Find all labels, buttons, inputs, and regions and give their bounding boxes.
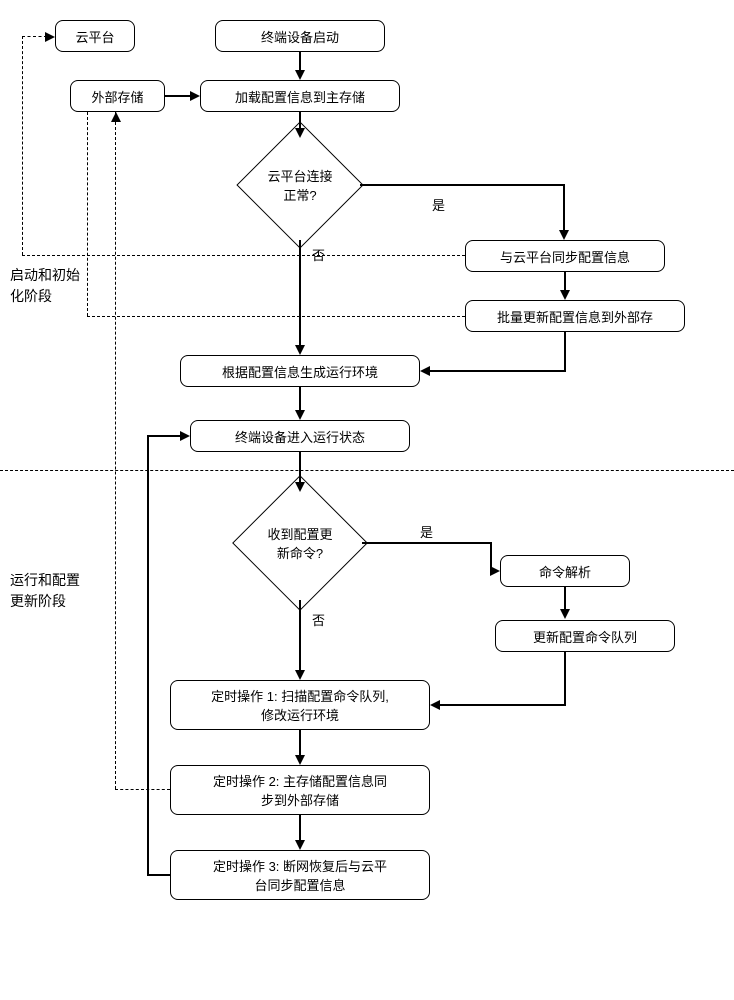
timer2-box: 定时操作 2: 主存储配置信息同 步到外部存储 — [170, 765, 430, 815]
recv-cmd-decision: 收到配置更 新命令? — [252, 495, 348, 591]
arrowhead — [430, 700, 440, 710]
gen-env-label: 根据配置信息生成运行环境 — [222, 362, 378, 381]
timer1-box: 定时操作 1: 扫描配置命令队列, 修改运行环境 — [170, 680, 430, 730]
arrowhead — [190, 91, 200, 101]
arrowhead — [111, 112, 121, 122]
dash — [22, 255, 465, 256]
arrowhead — [295, 482, 305, 492]
timer1-label: 定时操作 1: 扫描配置命令队列, 修改运行环境 — [211, 686, 389, 724]
terminal-start-label: 终端设备启动 — [261, 27, 339, 46]
arrow — [360, 184, 565, 186]
arrowhead — [559, 230, 569, 240]
update-queue-label: 更新配置命令队列 — [533, 627, 637, 646]
recv-cmd-label: 收到配置更 新命令? — [267, 524, 332, 562]
arrow — [147, 435, 149, 876]
arrow — [564, 587, 566, 609]
arrow — [564, 652, 566, 704]
arrowhead — [295, 70, 305, 80]
arrow — [299, 815, 301, 842]
arrowhead — [295, 755, 305, 765]
terminal-start-box: 终端设备启动 — [215, 20, 385, 52]
sync-cloud-box: 与云平台同步配置信息 — [465, 240, 665, 272]
arrowhead — [420, 366, 430, 376]
arrowhead — [295, 345, 305, 355]
dash — [22, 36, 23, 255]
yes-label-1: 是 — [430, 195, 447, 214]
batch-update-box: 批量更新配置信息到外部存 — [465, 300, 685, 332]
arrowhead — [295, 670, 305, 680]
arrow — [299, 452, 301, 484]
external-storage-box: 外部存储 — [70, 80, 165, 112]
arrow — [147, 435, 182, 437]
dash — [87, 112, 88, 316]
arrowhead — [180, 431, 190, 441]
dash — [22, 36, 47, 37]
dash — [87, 316, 465, 317]
arrowhead — [295, 410, 305, 420]
phase2-label: 运行和配置 更新阶段 — [10, 570, 80, 612]
timer3-box: 定时操作 3: 断网恢复后与云平 台同步配置信息 — [170, 850, 430, 900]
gen-env-box: 根据配置信息生成运行环境 — [180, 355, 420, 387]
sync-cloud-label: 与云平台同步配置信息 — [500, 247, 630, 266]
arrowhead — [295, 840, 305, 850]
arrow — [165, 95, 192, 97]
arrow — [564, 272, 566, 292]
arrow — [362, 542, 492, 544]
run-state-box: 终端设备进入运行状态 — [190, 420, 410, 452]
phase1-label: 启动和初始 化阶段 — [10, 265, 80, 307]
parse-cmd-label: 命令解析 — [539, 562, 591, 581]
dash — [115, 789, 170, 790]
cloud-ok-decision: 云平台连接 正常? — [255, 140, 345, 230]
arrowhead — [295, 128, 305, 138]
arrow — [440, 704, 566, 706]
arrow — [299, 240, 301, 347]
arrowhead — [560, 290, 570, 300]
arrow — [299, 730, 301, 757]
dash — [115, 112, 116, 789]
phase-divider — [0, 470, 734, 471]
arrow — [147, 874, 170, 876]
arrowhead — [490, 566, 500, 576]
run-state-label: 终端设备进入运行状态 — [235, 427, 365, 446]
load-config-box: 加载配置信息到主存储 — [200, 80, 400, 112]
no-label-2: 否 — [310, 610, 327, 629]
arrow — [299, 600, 301, 672]
timer3-label: 定时操作 3: 断网恢复后与云平 台同步配置信息 — [213, 856, 387, 894]
cloud-platform-label: 云平台 — [75, 27, 114, 46]
update-queue-box: 更新配置命令队列 — [495, 620, 675, 652]
parse-cmd-box: 命令解析 — [500, 555, 630, 587]
arrowhead — [560, 609, 570, 619]
timer2-label: 定时操作 2: 主存储配置信息同 步到外部存储 — [213, 771, 387, 809]
yes-label-2: 是 — [418, 522, 435, 541]
cloud-platform-box: 云平台 — [55, 20, 135, 52]
cloud-ok-label: 云平台连接 正常? — [267, 166, 332, 204]
batch-update-label: 批量更新配置信息到外部存 — [497, 307, 653, 326]
arrow — [299, 52, 301, 72]
load-config-label: 加载配置信息到主存储 — [235, 87, 365, 106]
arrow — [430, 370, 566, 372]
external-storage-label: 外部存储 — [91, 87, 143, 106]
arrow — [299, 387, 301, 412]
arrow — [564, 332, 566, 370]
arrow — [563, 184, 565, 232]
arrowhead — [45, 32, 55, 42]
